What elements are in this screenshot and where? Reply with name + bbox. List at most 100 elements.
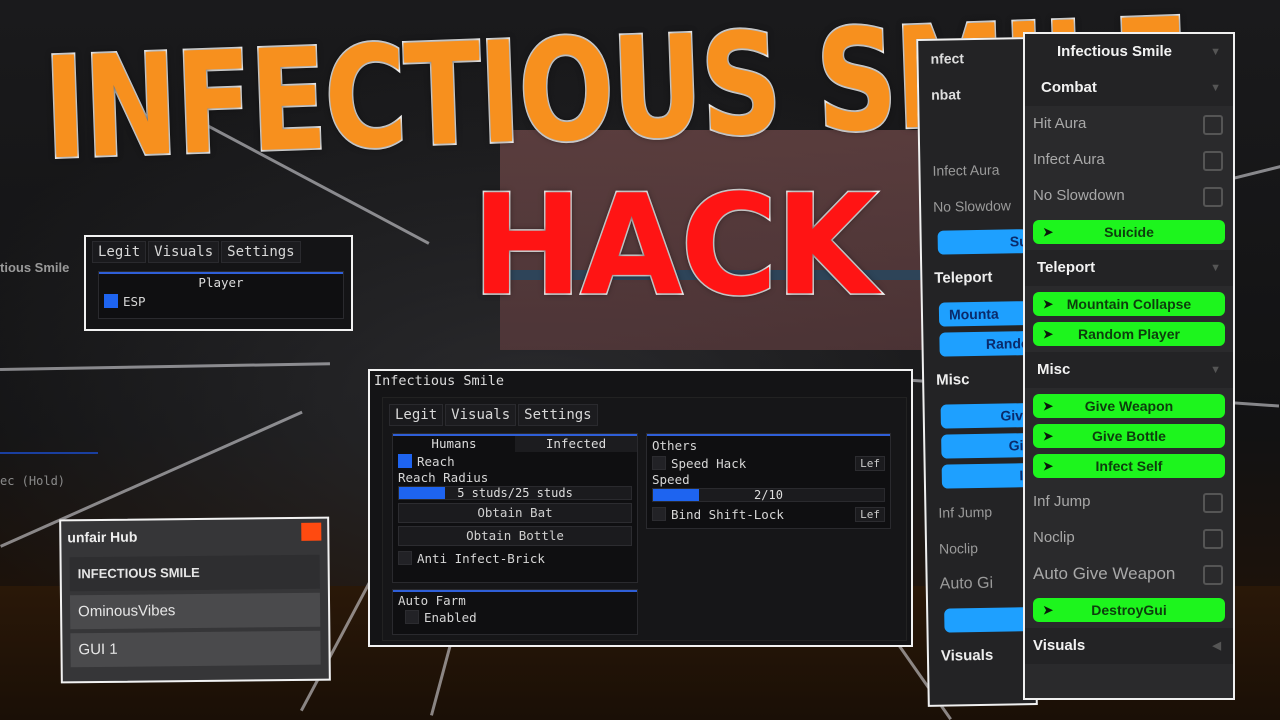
- toggle-checkbox[interactable]: [1203, 151, 1223, 171]
- speed-hack-row[interactable]: Speed Hack Lef: [647, 454, 890, 472]
- bind-shift-lock-row[interactable]: Bind Shift-Lock Lef: [647, 505, 890, 523]
- player-group-title: Player: [198, 275, 244, 290]
- toggle-noclip[interactable]: Noclip: [1025, 520, 1233, 556]
- cursor-icon: ➤: [1043, 429, 1054, 443]
- back-panel-blue-button[interactable]: Give: [940, 403, 1031, 429]
- esp-checkbox[interactable]: [104, 294, 118, 308]
- section-combat-label: Combat: [1041, 79, 1097, 96]
- section-visuals[interactable]: Visuals ◀: [1025, 628, 1233, 664]
- script-panel-header: Infectious Smile ▼: [1025, 34, 1233, 70]
- toggle-label: Hit Aura: [1033, 115, 1087, 132]
- anti-infect-brick-checkbox[interactable]: [398, 551, 412, 565]
- speed-hack-label: Speed Hack: [671, 455, 747, 471]
- toggle-infect-aura[interactable]: Infect Aura: [1025, 142, 1233, 178]
- toggle-hit-aura[interactable]: Hit Aura: [1025, 106, 1233, 142]
- give-bottle-button[interactable]: ➤ Give Bottle: [1033, 424, 1225, 448]
- toggle-auto-give-weapon[interactable]: Auto Give Weapon: [1025, 556, 1233, 592]
- button-label: Infect Self: [1095, 458, 1163, 474]
- back-panel-row: Auto Gi: [939, 574, 994, 593]
- toggle-label: Inf Jump: [1033, 493, 1091, 510]
- back-panel-blue-button[interactable]: Rando: [939, 331, 1030, 357]
- hub-item-ominous-vibes[interactable]: OminousVibes: [69, 592, 321, 630]
- esp-checkbox-row[interactable]: ESP: [99, 292, 343, 310]
- back-panel-row: Infect Aura: [932, 161, 1000, 179]
- toggle-inf-jump[interactable]: Inf Jump: [1025, 484, 1233, 520]
- cursor-icon: ➤: [1043, 327, 1054, 341]
- anti-infect-brick-row[interactable]: Anti Infect-Brick: [393, 549, 637, 567]
- collapse-icon[interactable]: ▼: [1210, 250, 1221, 286]
- section-misc[interactable]: Misc ▼: [1025, 352, 1233, 388]
- toggle-checkbox[interactable]: [1203, 115, 1223, 135]
- toggle-label: No Slowdown: [1033, 187, 1125, 204]
- bind-shift-lock-label: Bind Shift-Lock: [671, 506, 784, 522]
- subtab-infected[interactable]: Infected: [515, 436, 637, 452]
- others-title: Others: [652, 437, 698, 453]
- destroy-gui-button[interactable]: ➤ DestroyGui: [1033, 598, 1225, 622]
- speed-hack-keybind[interactable]: Lef: [855, 455, 885, 471]
- collapse-icon[interactable]: ▼: [1210, 70, 1221, 106]
- tab-legit[interactable]: Legit: [92, 241, 147, 263]
- back-panel-blue-button[interactable]: Mounta: [938, 301, 1030, 327]
- auto-farm-group: Auto Farm Enabled: [392, 589, 638, 635]
- hub-item-infectious-smile[interactable]: INFECTIOUS SMILE: [69, 554, 320, 592]
- speed-slider[interactable]: 2/10: [652, 488, 885, 502]
- collapse-icon[interactable]: ▼: [1210, 352, 1221, 388]
- back-panel-row: Inf Jump: [938, 503, 993, 521]
- tab-legit[interactable]: Legit: [389, 404, 444, 426]
- toggle-checkbox[interactable]: [1203, 529, 1223, 549]
- unfair-hub-header: unfair Hub: [61, 519, 327, 554]
- reach-radius-value: 5 studs/25 studs: [457, 486, 573, 500]
- back-panel-row: No Slowdow: [932, 197, 1012, 215]
- reach-radius-slider[interactable]: 5 studs/25 studs: [398, 486, 632, 500]
- small-cheat-window: Legit Visuals Settings Player ESP: [84, 235, 353, 331]
- subtab-humans[interactable]: Humans: [393, 436, 515, 452]
- speed-hack-checkbox[interactable]: [652, 456, 666, 470]
- cursor-icon: ➤: [1043, 225, 1054, 239]
- tab-visuals[interactable]: Visuals: [148, 241, 220, 263]
- toggle-checkbox[interactable]: [1203, 565, 1223, 585]
- collapse-icon[interactable]: ▼: [1210, 34, 1221, 70]
- auto-farm-enabled-checkbox[interactable]: [405, 610, 419, 624]
- obtain-bat-button[interactable]: Obtain Bat: [398, 503, 632, 523]
- give-weapon-button[interactable]: ➤ Give Weapon: [1033, 394, 1225, 418]
- back-panel-row: nfect: [930, 50, 965, 67]
- back-panel-blue-button[interactable]: Su: [937, 229, 1028, 255]
- toggle-label: Infect Aura: [1033, 151, 1105, 168]
- button-label: Random Player: [1078, 326, 1180, 342]
- reach-checkbox-row[interactable]: Reach: [393, 452, 637, 470]
- back-panel-blue-button[interactable]: D: [944, 607, 1035, 633]
- bind-shift-lock-checkbox[interactable]: [652, 507, 666, 521]
- cursor-icon: ➤: [1043, 459, 1054, 473]
- reach-checkbox[interactable]: [398, 454, 412, 468]
- obtain-bottle-button[interactable]: Obtain Bottle: [398, 526, 632, 546]
- main-window-title: Infectious Smile: [374, 373, 505, 389]
- hub-item-gui-1[interactable]: GUI 1: [70, 630, 321, 668]
- toggle-checkbox[interactable]: [1203, 493, 1223, 513]
- esp-label: ESP: [123, 293, 146, 309]
- suicide-button[interactable]: ➤ Suicide: [1033, 220, 1225, 244]
- back-panel-row: nbat: [931, 86, 961, 103]
- tab-visuals[interactable]: Visuals: [445, 404, 517, 426]
- close-icon[interactable]: [301, 522, 322, 541]
- back-panel-blue-button[interactable]: In: [941, 463, 1033, 489]
- toggle-no-slowdown[interactable]: No Slowdown: [1025, 178, 1233, 214]
- expand-icon[interactable]: ◀: [1213, 628, 1221, 664]
- toggle-checkbox[interactable]: [1203, 187, 1223, 207]
- tab-settings[interactable]: Settings: [518, 404, 598, 426]
- reach-label: Reach: [417, 453, 455, 469]
- reach-radius-label: Reach Radius: [398, 470, 489, 485]
- tab-settings[interactable]: Settings: [221, 241, 301, 263]
- random-player-button[interactable]: ➤ Random Player: [1033, 322, 1225, 346]
- back-panel-section: Misc: [935, 371, 970, 389]
- infect-self-button[interactable]: ➤ Infect Self: [1033, 454, 1225, 478]
- back-panel-blue-button[interactable]: Giv: [941, 433, 1032, 459]
- auto-farm-enabled-label: Enabled: [424, 609, 477, 625]
- section-combat[interactable]: Combat ▼: [1025, 70, 1233, 106]
- auto-farm-enabled-row[interactable]: Enabled: [393, 608, 637, 626]
- mountain-collapse-button[interactable]: ➤ Mountain Collapse: [1033, 292, 1225, 316]
- section-teleport[interactable]: Teleport ▼: [1025, 250, 1233, 286]
- bind-shift-lock-keybind[interactable]: Lef: [855, 506, 885, 522]
- script-panel: Infectious Smile ▼ Combat ▼ Hit Aura Inf…: [1023, 32, 1235, 700]
- others-group: Others Speed Hack Lef Speed 2/10 Bind Sh…: [646, 433, 891, 529]
- button-label: DestroyGui: [1091, 602, 1167, 618]
